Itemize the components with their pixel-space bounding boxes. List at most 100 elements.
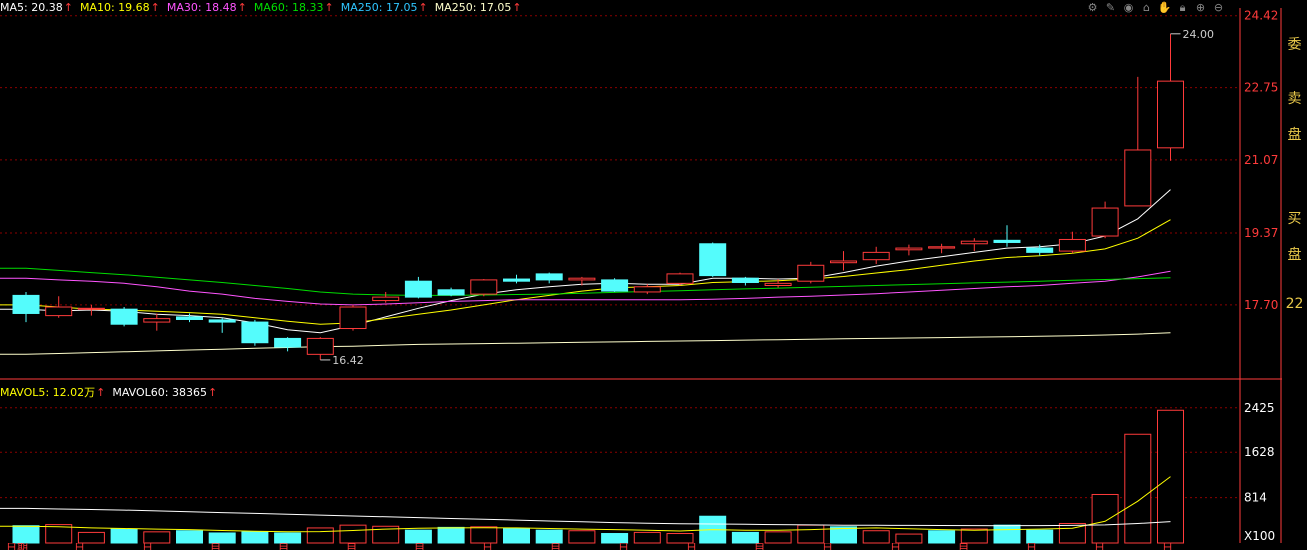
- bottom-tab[interactable]: 日: [890, 543, 901, 550]
- candle-body[interactable]: [45, 306, 73, 317]
- ma-line-ma30: [0, 270, 1171, 306]
- ma-line-ma60: [0, 267, 1171, 296]
- volume-bar[interactable]: [470, 526, 498, 544]
- candle-body[interactable]: [372, 296, 400, 302]
- candle-body[interactable]: [568, 277, 596, 281]
- candle-body[interactable]: [960, 240, 988, 245]
- candle-body[interactable]: [306, 337, 334, 355]
- volume-bar[interactable]: [764, 531, 792, 544]
- candle-body[interactable]: [77, 307, 105, 310]
- volume-bar[interactable]: [862, 530, 890, 544]
- volume-bar[interactable]: [666, 533, 694, 544]
- volume-bar[interactable]: [601, 533, 629, 544]
- volume-bar[interactable]: [404, 529, 432, 544]
- candle-body[interactable]: [404, 280, 432, 298]
- candle-body[interactable]: [830, 260, 857, 264]
- candle-body[interactable]: [993, 239, 1021, 243]
- candle-body[interactable]: [862, 251, 890, 261]
- stock-chart-app: MA5: 20.38↑ MA10: 19.68↑ MA30: 18.48↑ MA60:…: [0, 0, 1307, 550]
- side-panel-char: 买: [1287, 211, 1302, 227]
- candle-body[interactable]: [731, 277, 759, 283]
- bottom-tab[interactable]: 自: [754, 543, 765, 550]
- bottom-tab[interactable]: 日: [618, 543, 629, 550]
- volume-bar[interactable]: [110, 528, 138, 544]
- candle-body[interactable]: [1058, 238, 1086, 252]
- side-panel-char: 盘: [1287, 127, 1302, 143]
- volume-bar[interactable]: [731, 531, 759, 544]
- candle-body[interactable]: [470, 279, 498, 295]
- volume-bar[interactable]: [568, 530, 596, 544]
- candle-body[interactable]: [143, 318, 171, 323]
- volume-bar[interactable]: [241, 531, 269, 544]
- candle-body[interactable]: [1026, 247, 1054, 253]
- candle-body[interactable]: [895, 247, 923, 251]
- volume-bar[interactable]: [1026, 529, 1054, 544]
- bottom-tab[interactable]: 自: [278, 543, 289, 550]
- bottom-tab[interactable]: 日: [1026, 543, 1037, 550]
- volume-bar[interactable]: [12, 525, 40, 544]
- candle-body[interactable]: [535, 273, 563, 281]
- volume-bar[interactable]: [339, 524, 367, 544]
- volume-bar[interactable]: [797, 524, 825, 544]
- bottom-tab[interactable]: 日期: [6, 543, 28, 550]
- candle-body[interactable]: [208, 319, 236, 323]
- bottom-tab[interactable]: 自: [550, 543, 561, 550]
- volume-bar[interactable]: [1091, 493, 1119, 544]
- price-axis-label: 24.42: [1244, 9, 1278, 23]
- volume-axis-label: 1628: [1244, 445, 1275, 459]
- candle-body[interactable]: [274, 337, 302, 348]
- volume-bar[interactable]: [895, 533, 923, 544]
- bottom-tab[interactable]: 日: [686, 543, 697, 550]
- volume-bar[interactable]: [633, 531, 661, 544]
- volume-bar[interactable]: [928, 530, 956, 544]
- candle-body[interactable]: [1124, 149, 1152, 207]
- volume-bar[interactable]: [437, 526, 465, 544]
- side-panel-char: 盘: [1287, 247, 1302, 263]
- bottom-tab[interactable]: 日: [74, 543, 85, 550]
- candle-body[interactable]: [764, 282, 792, 287]
- bottom-tab[interactable]: 自: [958, 543, 969, 550]
- bottom-tab[interactable]: 日: [142, 543, 153, 550]
- candle-body[interactable]: [12, 294, 40, 314]
- candle-body[interactable]: [176, 316, 203, 320]
- candle-body[interactable]: [699, 243, 727, 277]
- candle-body[interactable]: [666, 273, 694, 284]
- volume-bar[interactable]: [503, 528, 530, 544]
- kline-chart[interactable]: 24.42 22.75 21.07 19.37 17.70 2425 1628 814 X100…: [0, 0, 1307, 550]
- bottom-tab[interactable]: 日: [822, 543, 833, 550]
- volume-axis-label: 2425: [1244, 401, 1275, 415]
- volume-unit-label: X100: [1244, 529, 1275, 543]
- candle-body[interactable]: [503, 278, 530, 282]
- candle-body[interactable]: [437, 289, 465, 296]
- volume-bar[interactable]: [143, 531, 171, 544]
- candle-body[interactable]: [928, 246, 956, 249]
- side-panel-char: 委: [1287, 37, 1302, 53]
- volume-bar[interactable]: [993, 524, 1021, 544]
- bottom-tab[interactable]: 自: [414, 543, 425, 550]
- candle-body[interactable]: [1091, 207, 1119, 237]
- bottom-tab[interactable]: 日: [1094, 543, 1105, 550]
- volume-bar[interactable]: [306, 527, 334, 544]
- candle-body[interactable]: [1157, 80, 1184, 149]
- volume-bar[interactable]: [274, 532, 302, 544]
- ma-line-ma10: [0, 219, 1171, 325]
- volume-bar[interactable]: [208, 532, 236, 544]
- candle-body[interactable]: [339, 306, 367, 330]
- volume-bar[interactable]: [1124, 433, 1152, 544]
- bottom-tab[interactable]: 自: [210, 543, 221, 550]
- bottom-tab[interactable]: 日: [482, 543, 493, 550]
- ma-line-ma5: [0, 189, 1171, 334]
- high-price-label: 24.00: [1183, 28, 1215, 41]
- volume-bar[interactable]: [176, 530, 203, 544]
- candle-body[interactable]: [633, 286, 661, 293]
- side-panel-char: 22: [1285, 296, 1304, 312]
- volume-bar[interactable]: [535, 529, 563, 544]
- candle-body[interactable]: [797, 264, 825, 282]
- bottom-tab[interactable]: 日: [1162, 543, 1173, 550]
- candle-body[interactable]: [241, 321, 269, 344]
- volume-bar[interactable]: [77, 531, 105, 544]
- candle-body[interactable]: [110, 308, 138, 325]
- bottom-tab[interactable]: 自: [346, 543, 357, 550]
- volume-bar[interactable]: [960, 528, 988, 544]
- candle-body[interactable]: [601, 279, 629, 292]
